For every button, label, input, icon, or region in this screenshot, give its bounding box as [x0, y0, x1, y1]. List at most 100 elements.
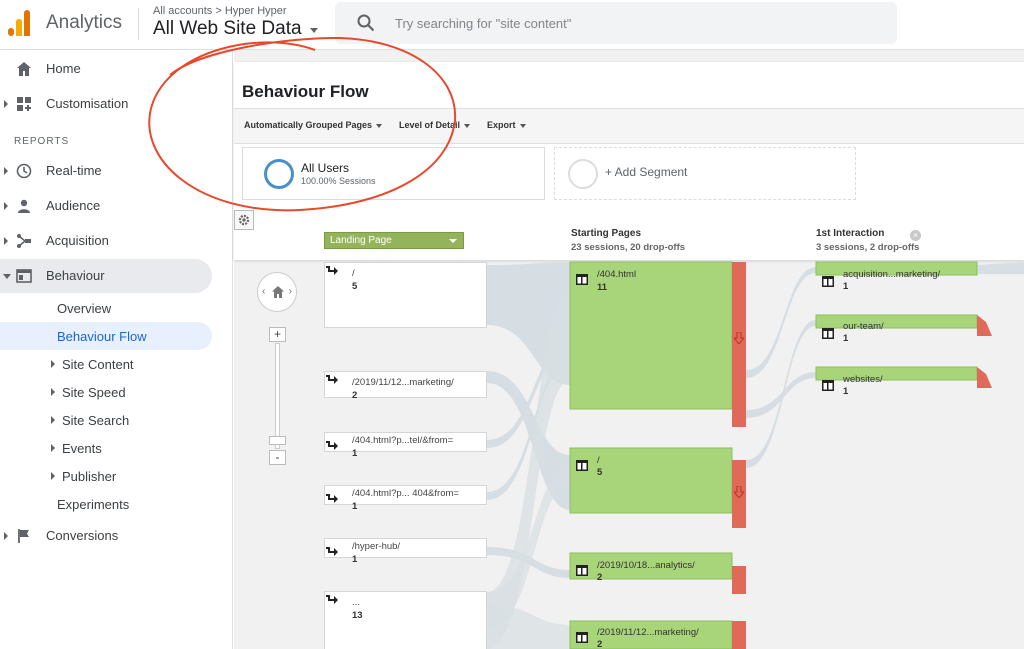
starting-pages-summary: 23 sessions, 20 drop-offs — [571, 242, 686, 253]
node-count: 1 — [352, 554, 358, 565]
acquisition-icon — [17, 234, 31, 248]
analytics-logo-icon[interactable] — [8, 10, 32, 36]
node-label: /404.html?p...tel/&from= — [352, 435, 454, 446]
expand-arrow-icon[interactable] — [51, 360, 55, 368]
behaviour-icon — [16, 269, 32, 283]
sidebar-subitem-label: Site Content — [62, 357, 134, 372]
landing-page-node[interactable]: ... 13 — [324, 591, 487, 649]
page-icon — [576, 460, 588, 471]
home-icon[interactable] — [271, 285, 285, 299]
node-count: 1 — [843, 386, 849, 397]
close-icon[interactable]: × — [910, 230, 921, 241]
entrance-arrow-icon — [326, 266, 338, 275]
chevron-down-icon — [449, 239, 457, 243]
node-count: 2 — [352, 390, 358, 401]
sidebar-subitem-experiments[interactable]: Experiments — [0, 490, 212, 518]
zoom-slider-handle[interactable] — [269, 436, 286, 445]
sidebar-subitem-label: Site Search — [62, 413, 130, 428]
sidebar-subitem-site-content[interactable]: Site Content — [0, 350, 212, 378]
node-label: / — [597, 455, 600, 466]
node-count: 2 — [597, 572, 603, 583]
page-icon — [822, 380, 834, 391]
landing-page-dropdown[interactable]: Landing Page — [324, 232, 464, 249]
landing-page-node[interactable]: /404.html?p...tel/&from= 1 — [324, 432, 487, 459]
dropoff-arrow-icon[interactable] — [734, 486, 744, 498]
node-count: 11 — [597, 282, 608, 293]
node-label: /2019/11/12...marketing/ — [352, 377, 454, 388]
sidebar-item-label: Acquisition — [46, 233, 109, 248]
pan-right-icon[interactable]: › — [289, 286, 292, 297]
sidebar-subitem-publisher[interactable]: Publisher — [0, 462, 212, 490]
reports-heading: REPORTS — [14, 136, 70, 147]
zoom-slider[interactable] — [275, 343, 280, 449]
sidebar-subitem-overview[interactable]: Overview — [0, 294, 212, 322]
expand-arrow-icon[interactable] — [4, 167, 8, 175]
node-count: 13 — [352, 610, 363, 621]
expand-arrow-icon[interactable] — [51, 444, 55, 452]
node-label: /2019/11/12...marketing/ — [597, 627, 699, 638]
entrance-arrow-icon — [326, 547, 338, 556]
node-label: acquisition...marketing/ — [843, 269, 941, 280]
page-icon — [822, 328, 834, 339]
entrance-arrow-icon — [326, 375, 338, 384]
sidebar-subitem-label: Events — [62, 441, 102, 456]
expand-arrow-icon[interactable] — [51, 388, 55, 396]
account-breadcrumb[interactable]: All accounts > Hyper Hyper — [153, 5, 287, 17]
sidebar-item-conversions[interactable]: Conversions — [0, 519, 212, 553]
zoom-out-button[interactable]: - — [269, 450, 286, 465]
clock-icon — [16, 163, 32, 179]
pan-left-icon[interactable]: ‹ — [262, 286, 265, 297]
expand-arrow-icon[interactable] — [4, 202, 8, 210]
sidebar-subitem-label: Behaviour Flow — [57, 329, 147, 344]
expand-arrow-icon[interactable] — [4, 532, 8, 540]
flag-icon — [18, 529, 29, 543]
node-label: websites/ — [843, 374, 883, 385]
sidebar-subitem-label: Overview — [57, 301, 112, 316]
node-count: 5 — [352, 281, 358, 292]
landing-page-node[interactable]: /404.html?p... 404&from= 1 — [324, 485, 487, 512]
annotation-circle — [148, 36, 457, 212]
dashboard-icon — [17, 97, 31, 111]
expand-arrow-icon[interactable] — [4, 237, 8, 245]
node-count: 1 — [352, 448, 358, 459]
expand-arrow-icon[interactable] — [51, 416, 55, 424]
expand-arrow-icon[interactable] — [51, 472, 55, 480]
page-icon — [576, 274, 588, 285]
sidebar-subitem-behaviour-flow[interactable]: Behaviour Flow — [0, 322, 212, 350]
sidebar-subitem-site-search[interactable]: Site Search — [0, 406, 212, 434]
starting-pages-title: Starting Pages — [571, 228, 642, 239]
node-count: 1 — [843, 281, 849, 292]
first-interaction-title: 1st Interaction — [816, 228, 885, 239]
dropoff-arrow-icon[interactable] — [734, 332, 744, 344]
node-count: 2 — [597, 639, 603, 649]
node-count: 5 — [597, 467, 603, 478]
sidebar-item-label: Audience — [46, 198, 101, 213]
sidebar-subitem-label: Experiments — [57, 497, 130, 512]
expand-arrow-icon[interactable] — [4, 100, 8, 108]
sidebar-item-label: Behaviour — [46, 268, 105, 283]
collapse-arrow-icon[interactable] — [3, 274, 11, 279]
add-segment-button[interactable]: + Add Segment — [554, 147, 856, 200]
landing-page-node[interactable]: / 5 — [324, 262, 487, 328]
node-count: 1 — [843, 333, 849, 344]
zoom-in-button[interactable]: + — [269, 327, 286, 342]
header-divider — [138, 8, 139, 40]
sidebar-subitem-events[interactable]: Events — [0, 434, 212, 462]
sidebar-subitem-site-speed[interactable]: Site Speed — [0, 378, 212, 406]
pan-control[interactable]: ‹ › — [257, 272, 297, 312]
app-title: Analytics — [46, 12, 123, 33]
home-icon — [17, 62, 31, 76]
export-dropdown[interactable]: Export — [487, 120, 526, 130]
page-icon — [576, 565, 588, 576]
person-icon — [18, 199, 30, 213]
add-segment-label: + Add Segment — [605, 165, 688, 179]
node-label: our-team/ — [843, 321, 884, 332]
segment-placeholder-icon — [568, 159, 598, 189]
behaviour-flow-chart[interactable]: Landing Page Starting Pages 23 sessions,… — [234, 210, 1024, 649]
landing-page-node[interactable]: /hyper-hub/ 1 — [324, 538, 487, 565]
node-label: /404.html — [597, 269, 637, 280]
sidebar-subitem-label: Publisher — [62, 469, 117, 484]
sidebar-item-behaviour[interactable]: Behaviour — [0, 259, 212, 293]
landing-page-node[interactable]: /2019/11/12...marketing/ 2 — [324, 371, 487, 401]
first-interaction-summary: 3 sessions, 2 drop-offs — [816, 242, 920, 253]
